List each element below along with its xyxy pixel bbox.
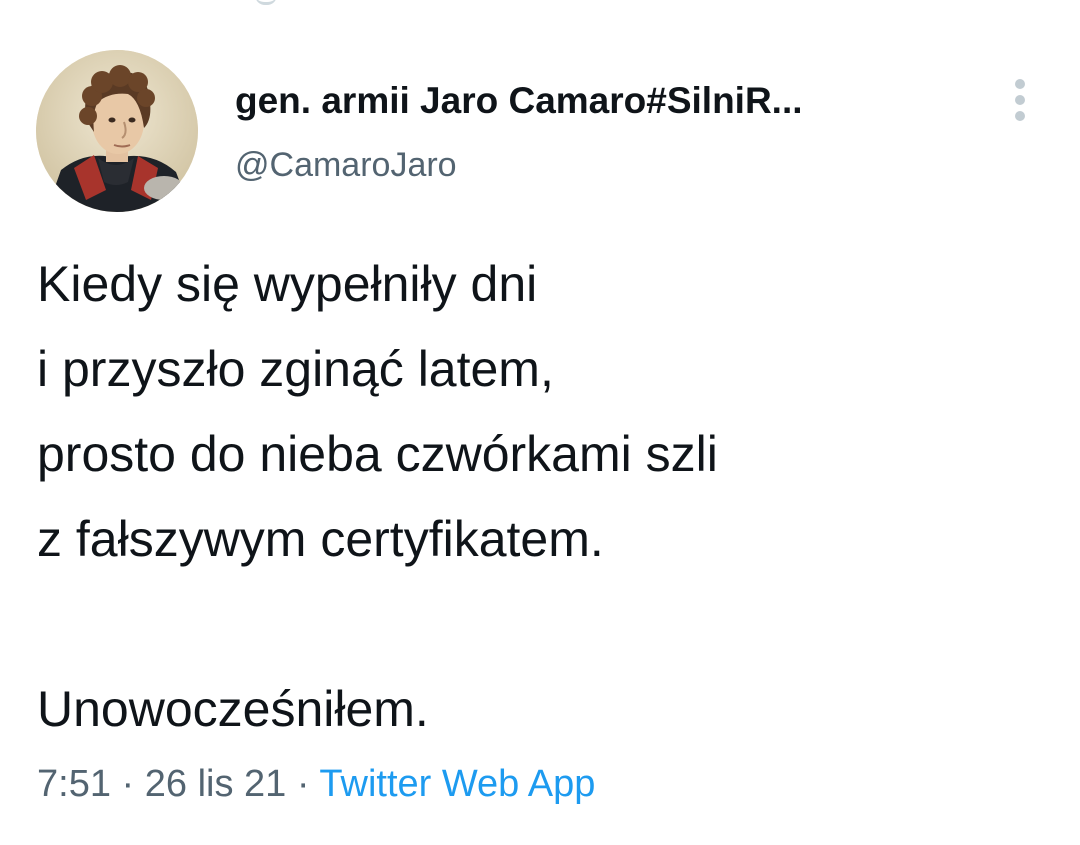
tweet-text-line: Kiedy się wypełniły dni xyxy=(37,256,538,312)
avatar[interactable] xyxy=(36,50,198,212)
tweet-text-line: prosto do nieba czwórkami szli xyxy=(37,426,718,482)
portrait-avatar-icon xyxy=(36,50,198,212)
tweet-text-line: Unowocześniłem. xyxy=(37,681,429,737)
tweet-text-line: i przyszło zginąć latem, xyxy=(37,341,554,397)
more-options-button[interactable] xyxy=(1000,76,1040,124)
author-display-name[interactable]: gen. armii Jaro Camaro#SilniR... xyxy=(235,78,955,124)
tweet-meta: 7:51 · 26 lis 21 · Twitter Web App xyxy=(37,760,595,808)
tweet-time[interactable]: 7:51 xyxy=(37,763,111,805)
meta-separator: · xyxy=(286,763,320,805)
previous-tweet-fragment xyxy=(255,0,277,5)
meta-separator: · xyxy=(110,763,145,805)
tweet-author: gen. armii Jaro Camaro#SilniR... @Camaro… xyxy=(235,78,955,186)
tweet-date[interactable]: 26 lis 21 xyxy=(145,763,287,805)
tweet-source-link[interactable]: Twitter Web App xyxy=(319,763,595,805)
tweet-text: Kiedy się wypełniły dni i przyszło zginą… xyxy=(37,242,1047,752)
tweet-text-line: z fałszywym certyfikatem. xyxy=(37,511,604,567)
more-vertical-icon xyxy=(1015,79,1025,121)
author-handle[interactable]: @CamaroJaro xyxy=(235,144,955,186)
